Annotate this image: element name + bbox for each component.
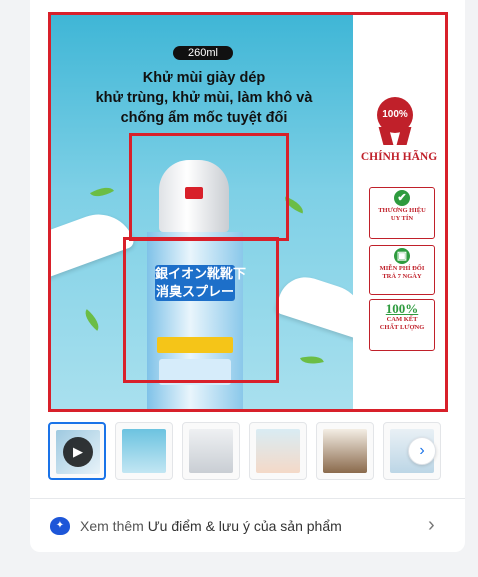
thumbnail-image <box>122 429 166 473</box>
gift-icon: ▣ <box>394 248 410 264</box>
product-card: 260ml Khử mùi giày dép khử trùng, khử mù… <box>30 0 465 552</box>
highlight-box-label <box>123 237 279 383</box>
thumbnail-strip: ▶ › <box>48 422 448 480</box>
thumbnail-image-3[interactable] <box>182 422 240 480</box>
play-icon: ▶ <box>63 437 93 467</box>
thumbnail-image-4[interactable] <box>249 422 307 480</box>
image-headline: Khử mùi giày dép khử trùng, khử mùi, làm… <box>65 68 343 128</box>
chevron-right-icon[interactable]: › <box>408 437 436 465</box>
headline-line-2: khử trùng, khử mùi, làm khô và <box>95 90 313 106</box>
headline-line-1: Khử mùi giày dép <box>142 70 266 86</box>
thumbnail-image <box>256 429 300 473</box>
highlight-box-nozzle <box>129 133 289 241</box>
thumbnail-image <box>189 429 233 473</box>
leaf-decoration <box>300 352 324 368</box>
badge-2-line-2: TRẢ 7 NGÀY <box>382 273 422 280</box>
badge-2-line-1: MIỄN PHÍ ĐỔI <box>379 265 425 272</box>
badge-3-line-1: CAM KẾT <box>386 316 418 323</box>
badge-trusted-brand: ✔ THƯƠNG HIỆU UY TÍN <box>369 187 435 239</box>
chevron-right-icon: › <box>428 514 435 536</box>
see-more-prefix: Xem thêm <box>80 518 144 534</box>
authenticity-panel: 100% CHÍNH HÃNG ✔ THƯƠNG HIỆU UY TÍN ▣ M… <box>353 15 445 409</box>
leaf-decoration <box>89 182 115 202</box>
see-more-text: Ưu điểm & lưu ý của sản phẩm <box>147 518 342 534</box>
leaf-decoration <box>80 309 104 331</box>
volume-badge: 260ml <box>173 46 233 60</box>
main-product-image[interactable]: 260ml Khử mùi giày dép khử trùng, khử mù… <box>48 12 448 412</box>
seal-100-icon: 100% <box>377 97 413 133</box>
see-more-label: Xem thêm Ưu điểm & lưu ý của sản phẩm <box>80 518 342 534</box>
thumbnail-image-2[interactable] <box>115 422 173 480</box>
lightbulb-icon: ✦ <box>50 517 70 535</box>
authentic-label: CHÍNH HÃNG <box>360 151 438 163</box>
check-icon: ✔ <box>394 190 410 206</box>
product-photo: 260ml Khử mùi giày dép khử trùng, khử mù… <box>51 15 353 409</box>
badge-1-line-2: UY TÍN <box>390 215 414 222</box>
headline-line-3: chống ẩm mốc tuyệt đối <box>120 110 288 126</box>
thumbnail-image-5[interactable] <box>316 422 374 480</box>
badge-quality: 100% CAM KẾT CHẤT LƯỢNG <box>369 299 435 351</box>
badge-free-return: ▣ MIỄN PHÍ ĐỔI TRẢ 7 NGÀY <box>369 245 435 295</box>
badge-1-line-1: THƯƠNG HIỆU <box>378 207 426 214</box>
thumbnail-video[interactable]: ▶ <box>48 422 106 480</box>
badge-3-percent: 100% <box>385 301 419 316</box>
see-more-row[interactable]: ✦ Xem thêm Ưu điểm & lưu ý của sản phẩm … <box>30 499 465 552</box>
shoe-right <box>274 270 353 340</box>
badge-3-line-2: CHẤT LƯỢNG <box>379 324 425 331</box>
thumbnail-image <box>323 429 367 473</box>
